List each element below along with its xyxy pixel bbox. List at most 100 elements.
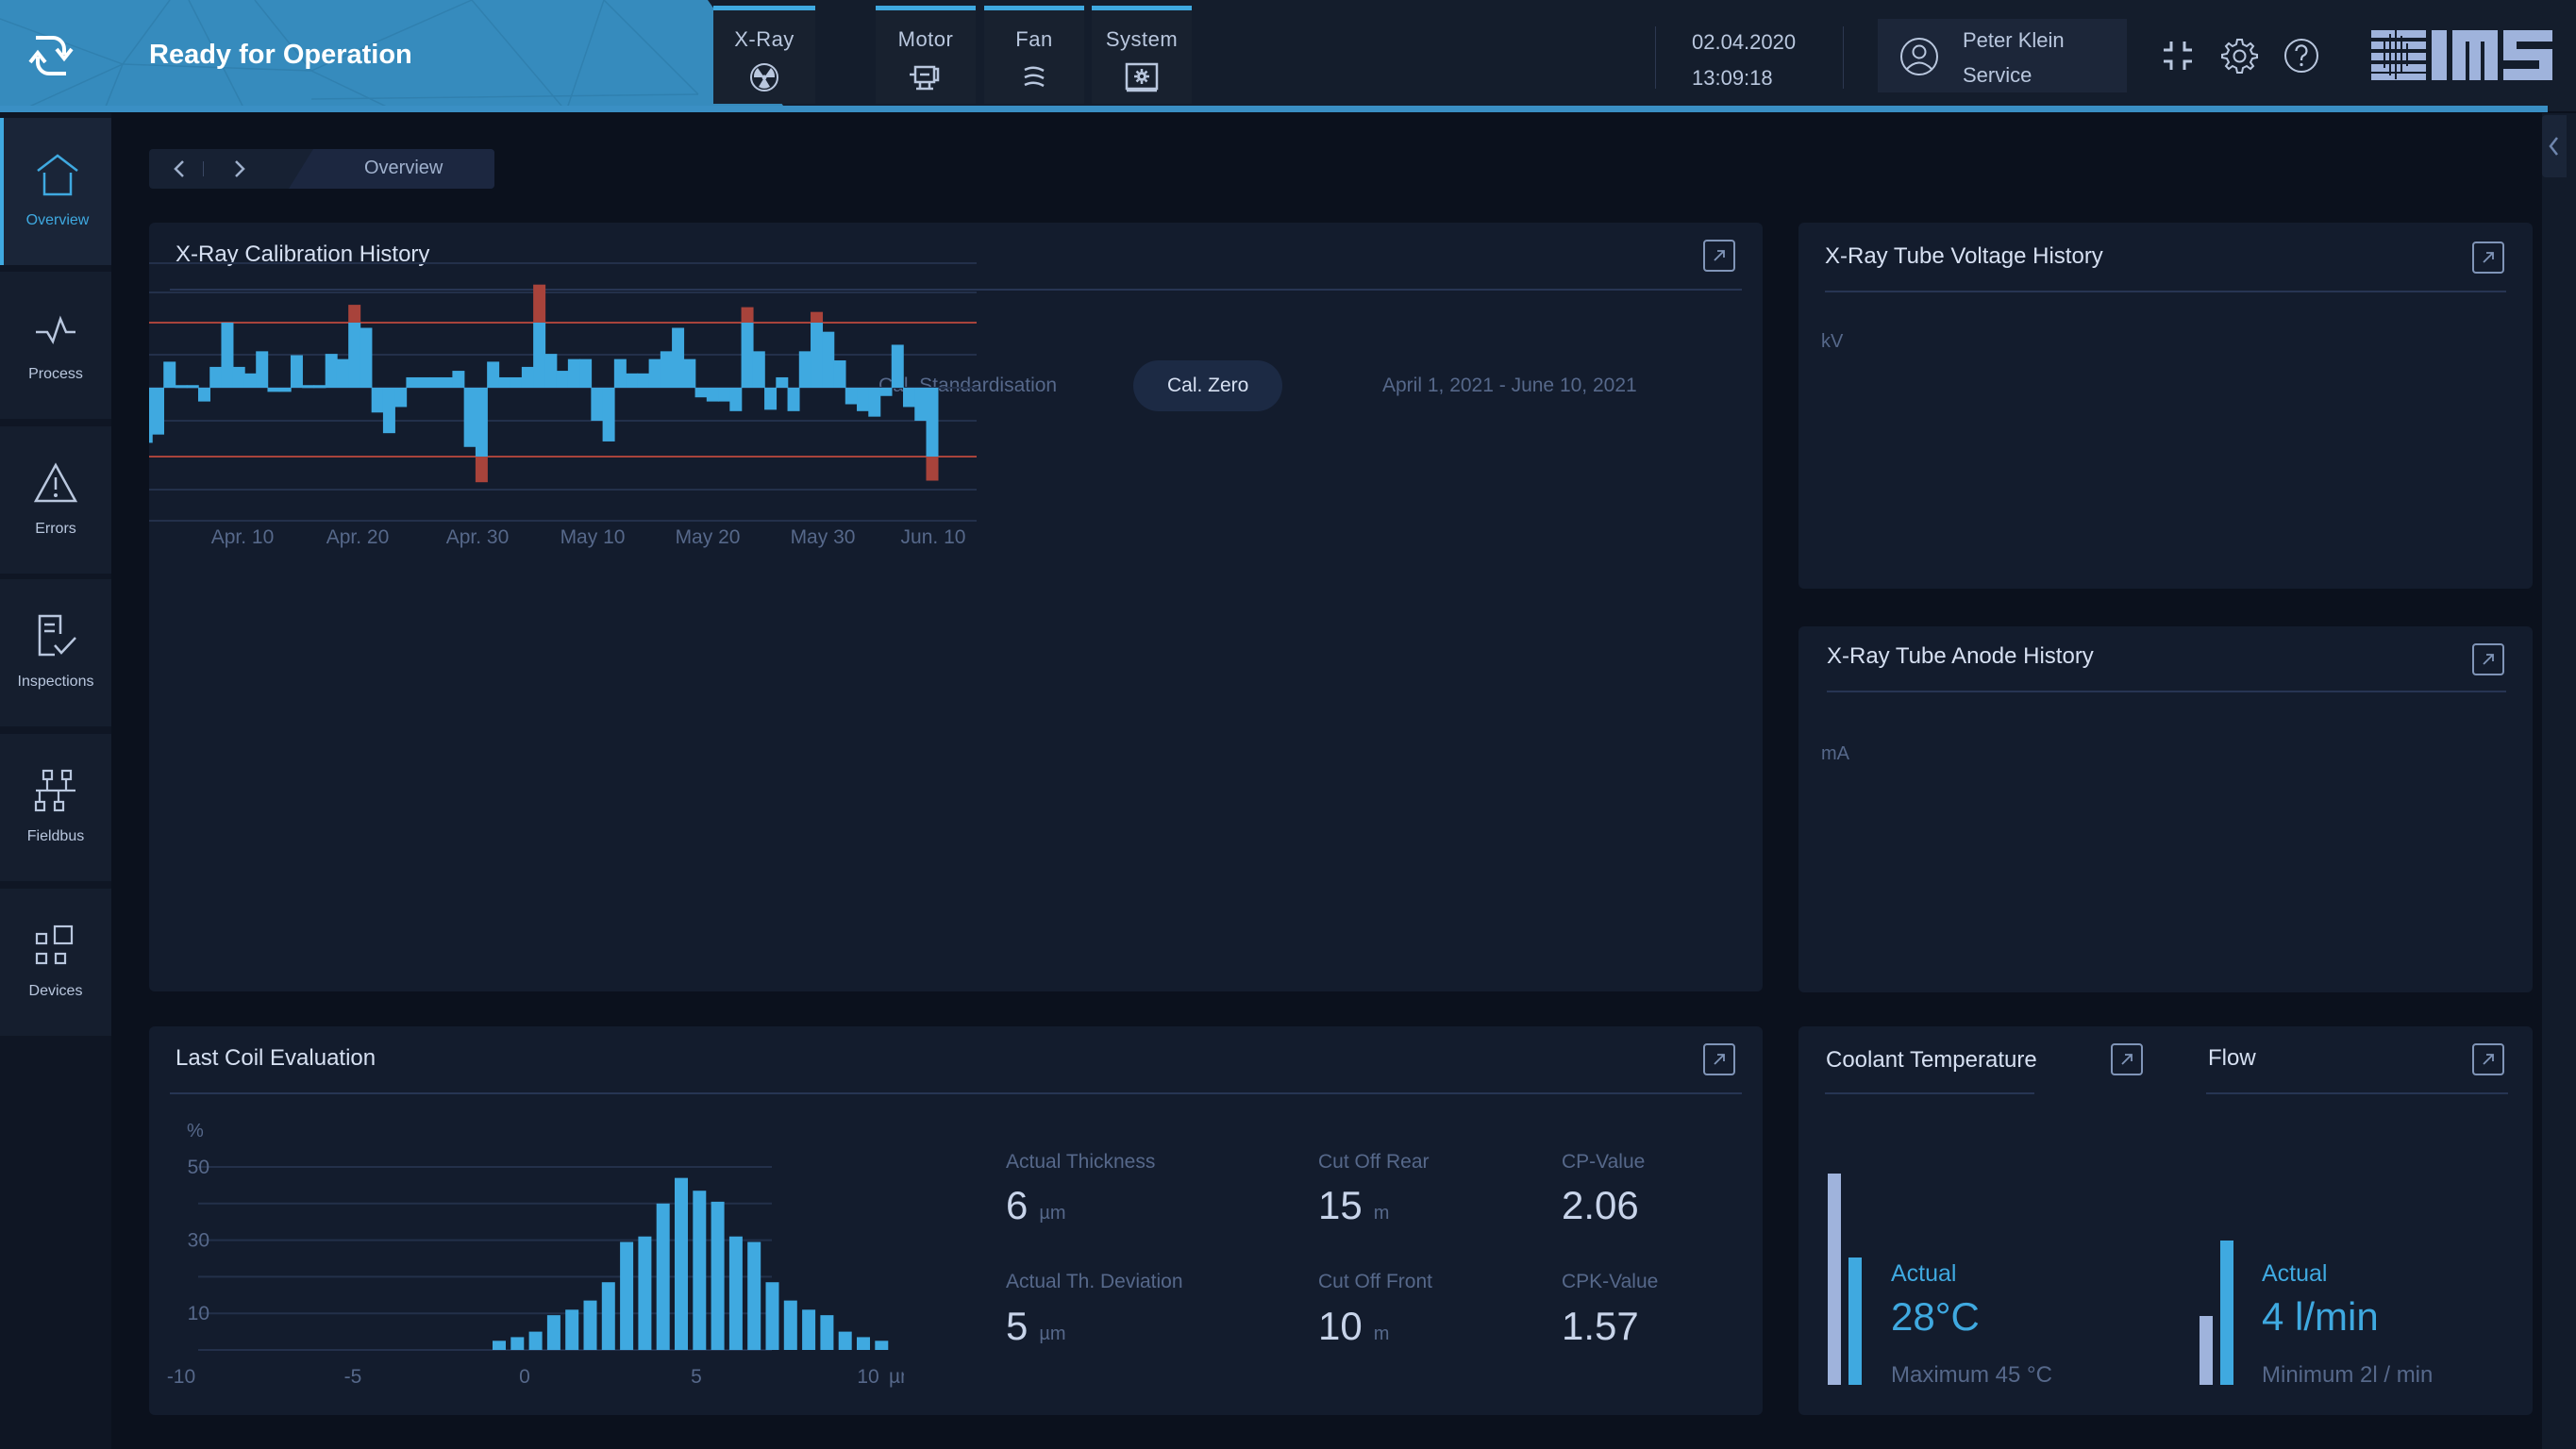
help-icon[interactable] [2282, 36, 2321, 75]
date: 02.04.2020 [1692, 30, 1797, 54]
bar [567, 358, 580, 388]
bar [544, 354, 558, 388]
bar [857, 388, 870, 411]
bar [232, 366, 245, 388]
bar [360, 327, 373, 388]
x-tick-label: May 20 [676, 526, 741, 548]
user-role: Service [1963, 63, 2032, 87]
bar [394, 388, 408, 408]
bar [891, 344, 904, 388]
x-tick-label: Jun. 10 [901, 526, 966, 548]
expand-button[interactable] [2111, 1043, 2143, 1075]
bar [556, 371, 569, 388]
bar [602, 388, 615, 441]
bar [521, 366, 534, 388]
sidebar: Overview Process Errors Inspections Fiel… [0, 113, 111, 1449]
bar [591, 388, 604, 422]
breadcrumb-current[interactable]: Overview [364, 158, 443, 179]
expand-arrow-icon [2483, 1054, 2494, 1065]
x-tick-label: Apr. 30 [446, 526, 510, 548]
bar [613, 358, 627, 388]
expand-arrow-icon [1714, 1054, 1725, 1065]
x-tick-label: -10 [167, 1366, 195, 1388]
bar [845, 388, 858, 405]
bar [683, 358, 696, 388]
sidebar-item-devices[interactable]: Devices [0, 889, 111, 1036]
sidebar-item-label: Process [28, 366, 83, 382]
status-panel: Ready for Operation [0, 0, 783, 106]
bar [151, 388, 164, 435]
sidebar-item-process[interactable]: Process [0, 272, 111, 419]
sidebar-item-errors[interactable]: Errors [0, 426, 111, 574]
sidebar-item-label: Inspections [17, 674, 94, 690]
y-axis-unit: % [187, 1121, 204, 1141]
sidebar-item-label: Errors [35, 521, 76, 537]
stat-unit: µm [1039, 1324, 1066, 1344]
bar [475, 388, 488, 457]
x-tick-label: May 30 [791, 526, 856, 548]
bar [209, 366, 223, 388]
datetime: 02.04.2020 13:09:18 [1692, 25, 1796, 96]
bar [186, 385, 199, 389]
card-title: Coolant Temperature [1826, 1047, 2037, 1073]
bar [325, 354, 338, 388]
bar [914, 388, 928, 422]
back-button[interactable] [166, 155, 194, 183]
expand-button[interactable] [2472, 1043, 2504, 1075]
bar [747, 1241, 761, 1350]
card-title: Flow [2208, 1045, 2256, 1071]
compress-icon[interactable] [2158, 36, 2198, 75]
bar [693, 1191, 707, 1350]
bar [694, 388, 708, 398]
expand-button[interactable] [1703, 1043, 1735, 1075]
forward-button[interactable] [225, 155, 253, 183]
bar [348, 323, 361, 388]
gear-icon[interactable] [2219, 36, 2259, 75]
stat-unit: m [1373, 1203, 1390, 1224]
warning-icon [33, 462, 78, 503]
bar [493, 1341, 506, 1350]
bar [175, 385, 188, 389]
stat-value: 6 [1006, 1183, 1029, 1227]
bar [868, 388, 881, 417]
stat-label: Actual Th. Deviation [1006, 1271, 1183, 1292]
y-tick-label: 50 [188, 1157, 209, 1178]
bar-exceed [741, 307, 754, 323]
bar [256, 351, 269, 388]
bar [903, 388, 916, 408]
bar [648, 358, 661, 388]
flow-actual-gauge [2220, 1241, 2233, 1385]
stat-unit: µm [1039, 1203, 1066, 1224]
voltage-chart: kV626058May 20May 30Jun. 10 [1821, 331, 1844, 352]
bar [601, 1282, 615, 1350]
user-menu[interactable]: Peter Klein Service [1878, 19, 2127, 92]
flow-limit: Minimum 2l / min [2262, 1362, 2434, 1388]
x-tick-label: 5 [691, 1366, 702, 1388]
sidebar-item-inspections[interactable]: Inspections [0, 579, 111, 726]
tab-fan[interactable]: Fan [984, 6, 1084, 104]
expand-right-panel-button[interactable] [2542, 115, 2567, 177]
user-icon [1900, 38, 1938, 75]
bar [533, 323, 546, 388]
x-tick-label: 10 [857, 1366, 878, 1388]
tab-motor[interactable]: Motor [876, 6, 976, 104]
bar [729, 388, 743, 411]
tab-system[interactable]: System [1092, 6, 1192, 104]
tab-label: Fan [1015, 27, 1053, 51]
airflow-icon [1024, 66, 1045, 88]
y-axis-unit: kV [1821, 331, 1844, 352]
stat-label: CPK-Value [1562, 1271, 1659, 1292]
stat-cut-off-rear: 15 m [1318, 1183, 1389, 1228]
bar [620, 1241, 634, 1350]
sidebar-item-overview[interactable]: Overview [0, 118, 111, 265]
bar [510, 376, 523, 388]
bar [879, 388, 893, 396]
expand-arrow-icon [2121, 1054, 2133, 1065]
bar [798, 351, 811, 388]
network-icon [34, 769, 75, 812]
bar [546, 1315, 560, 1350]
tab-xray[interactable]: X-Ray [713, 6, 815, 104]
sidebar-item-fieldbus[interactable]: Fieldbus [0, 734, 111, 881]
bar-exceed [811, 311, 824, 323]
tab-label: System [1105, 27, 1179, 51]
